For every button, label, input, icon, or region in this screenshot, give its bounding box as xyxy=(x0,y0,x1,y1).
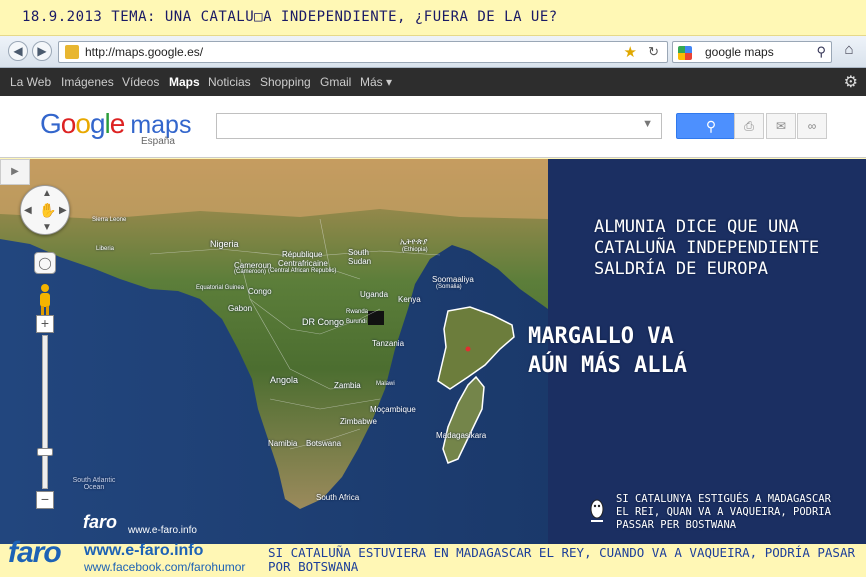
label-sudan: Sudan xyxy=(348,257,372,266)
label-namibia: Namibia xyxy=(268,439,298,448)
label-zambia: Zambia xyxy=(334,381,361,390)
lake-victoria-mark xyxy=(368,311,384,325)
label-south-africa: South Africa xyxy=(316,493,360,502)
mascot-icon xyxy=(586,497,608,525)
label-madagasikara: Madagasikara xyxy=(436,431,487,440)
logo-country: España xyxy=(141,136,175,147)
label-dr-congo: DR Congo xyxy=(302,317,345,327)
zoom-control[interactable]: + − xyxy=(36,315,54,509)
map-pin-icon xyxy=(465,346,471,352)
label-car-en: (Central African Republic) xyxy=(268,268,337,274)
nav-shopping[interactable]: Shopping xyxy=(260,75,311,89)
hand-icon[interactable]: ✋ xyxy=(39,202,56,219)
label-gabon: Gabon xyxy=(228,304,253,313)
favicon-icon xyxy=(65,45,79,59)
map-canvas[interactable]: Nigeria République Centrafricaine (Centr… xyxy=(0,159,866,544)
label-kenya: Kenya xyxy=(398,295,421,304)
bookmark-star-icon[interactable]: ★ xyxy=(624,43,637,61)
caption-almunia: ALMUNIA DICE QUE UNA CATALUÑA INDEPENDIE… xyxy=(594,217,820,279)
label-ethiopia: ኢትዮጵያ xyxy=(400,237,428,246)
sahara-band xyxy=(0,159,548,219)
footer-site-link[interactable]: www.e-faro.info xyxy=(84,542,203,560)
label-liberia: Liberia xyxy=(96,246,115,252)
print-icon[interactable]: ⎙ xyxy=(734,113,764,139)
chevron-right-icon[interactable]: ▶ xyxy=(0,159,30,185)
label-south-atlantic: South Atlantic Ocean xyxy=(72,477,116,491)
nav-noticias[interactable]: Noticias xyxy=(208,75,251,89)
label-uganda: Uganda xyxy=(360,290,389,299)
pegman-icon[interactable] xyxy=(36,283,54,317)
browser-search-field[interactable]: google maps ⚲ xyxy=(672,41,832,63)
comic-footer: faro www.e-faro.info www.facebook.com/fa… xyxy=(0,536,866,577)
pan-right-icon[interactable]: ▶ xyxy=(59,205,67,216)
maps-search-input[interactable]: ▼ xyxy=(216,113,662,139)
label-somaalia: Soomaaliya xyxy=(432,275,474,284)
pan-up-icon[interactable]: ▲ xyxy=(42,188,52,199)
nav-imagenes[interactable]: Imágenes xyxy=(61,75,114,89)
label-mozambique: Moçambique xyxy=(370,405,416,414)
home-icon[interactable]: ⌂ xyxy=(838,41,860,63)
label-somalia: (Somalia) xyxy=(436,284,462,290)
footer-caption: SI CATALUÑA ESTUVIERA EN MADAGASCAR EL R… xyxy=(268,545,855,574)
watermark-url: www.e-faro.info xyxy=(128,525,197,536)
label-angola: Angola xyxy=(270,375,299,385)
pan-down-icon[interactable]: ▼ xyxy=(42,222,52,233)
nav-la-web[interactable]: La Web xyxy=(10,75,51,89)
nav-videos[interactable]: Vídeos xyxy=(122,75,159,89)
zoom-in-button[interactable]: + xyxy=(36,315,54,333)
label-burundi: Burundi xyxy=(346,319,367,325)
chevron-down-icon[interactable]: ▼ xyxy=(642,118,653,130)
google-nav-bar: La Web Imágenes Vídeos Maps Noticias Sho… xyxy=(0,68,866,96)
label-botswana: Botswana xyxy=(306,439,342,448)
address-bar-url: http://maps.google.es/ xyxy=(85,45,204,59)
label-rwanda: Rwanda xyxy=(346,309,369,315)
zoom-track[interactable] xyxy=(42,335,48,489)
pan-control[interactable]: ▲ ▼ ◀ ▶ ✋ xyxy=(20,185,70,235)
nav-mas[interactable]: Más ▾ xyxy=(360,75,392,89)
label-malawi: Malawi xyxy=(376,381,395,387)
label-tanzania: Tanzania xyxy=(372,339,405,348)
caption-margallo: MARGALLO VA AÚN MÁS ALLÁ xyxy=(528,324,687,378)
label-nigeria: Nigeria xyxy=(210,239,239,249)
caption-catalan: SI CATALUNYA ESTIGUÉS A MADAGASCAR EL RE… xyxy=(616,493,831,531)
label-sierra-leone: Sierra Leone xyxy=(92,217,127,223)
nav-gmail[interactable]: Gmail xyxy=(320,75,351,89)
maps-header: Google maps España ▼ ⚲ ⎙ ✉ ∞ xyxy=(0,96,866,158)
label-south: South xyxy=(348,248,369,257)
link-icon[interactable]: ∞ xyxy=(797,113,827,139)
gear-icon[interactable]: ⚙ xyxy=(844,72,858,92)
label-centrafricaine: Centrafricaine xyxy=(278,259,328,268)
zoom-slider-handle[interactable] xyxy=(37,447,53,456)
pan-left-icon[interactable]: ◀ xyxy=(24,205,32,216)
rotate-icon[interactable]: ◯ xyxy=(34,252,56,274)
label-ethiopia-en: (Ethiopia) xyxy=(402,247,428,253)
google-icon[interactable] xyxy=(678,46,692,60)
nav-maps[interactable]: Maps xyxy=(169,75,200,89)
browser-toolbar: ◀ ▶ http://maps.google.es/ ★ ↻ google ma… xyxy=(0,36,866,68)
label-cameroon: (Cameroon) xyxy=(234,269,267,275)
back-arrow-icon[interactable]: ◀ xyxy=(8,41,28,61)
forward-arrow-icon[interactable]: ▶ xyxy=(32,41,52,61)
zoom-out-button[interactable]: − xyxy=(36,491,54,509)
mail-icon[interactable]: ✉ xyxy=(766,113,796,139)
footer-facebook-link[interactable]: www.facebook.com/farohumor xyxy=(84,560,245,574)
reload-icon[interactable]: ↻ xyxy=(648,44,659,60)
watermark-logo: faro xyxy=(83,512,118,532)
comic-date-title: 18.9.2013 TEMA: UNA CATALU□A INDEPENDIEN… xyxy=(22,9,558,25)
browser-search-value: google maps xyxy=(705,45,774,59)
address-bar[interactable]: http://maps.google.es/ ★ ↻ xyxy=(58,41,668,63)
footer-logo: faro xyxy=(8,536,62,569)
label-eq-guinea: Equatorial Guinea xyxy=(196,285,245,291)
comic-header: 18.9.2013 TEMA: UNA CATALU□A INDEPENDIEN… xyxy=(0,0,866,36)
browser-search-icon[interactable]: ⚲ xyxy=(816,44,826,60)
label-congo: Congo xyxy=(248,287,272,296)
label-zimbabwe: Zimbabwe xyxy=(340,417,377,426)
label-republique: République xyxy=(282,250,323,259)
